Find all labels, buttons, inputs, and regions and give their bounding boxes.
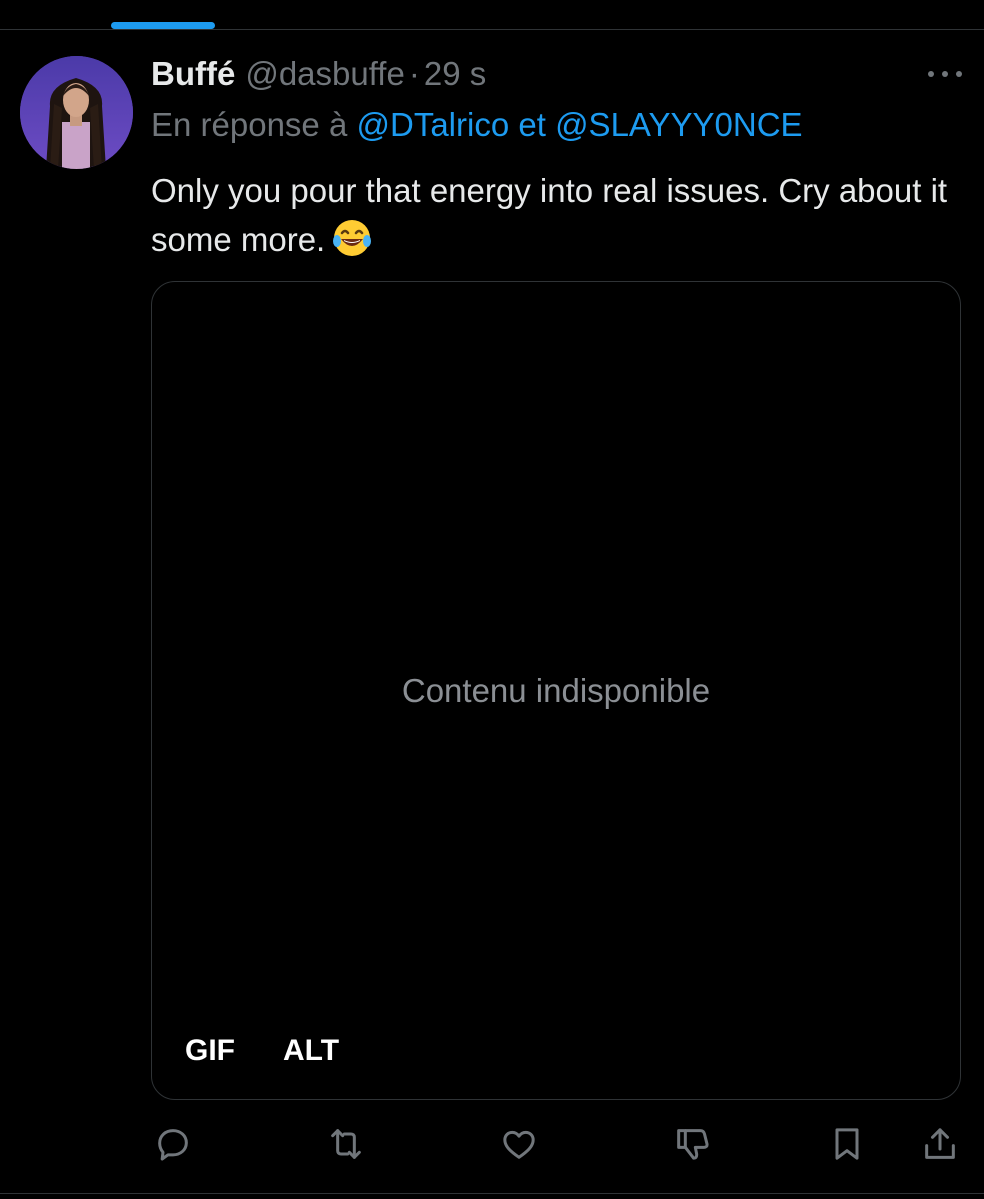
top-divider: [0, 29, 984, 30]
reply-context: En réponse à @DTalrico et @SLAYYY0NCE: [151, 106, 803, 144]
dislike-icon[interactable]: [670, 1122, 714, 1166]
reply-user-link-2[interactable]: @SLAYYY0NCE: [555, 106, 802, 143]
more-options-icon[interactable]: [928, 62, 962, 86]
bookmark-icon[interactable]: [825, 1122, 869, 1166]
share-icon[interactable]: [918, 1122, 962, 1166]
avatar[interactable]: [20, 56, 133, 169]
user-handle[interactable]: @dasbuffe: [245, 55, 405, 93]
separator-dot: ·: [408, 55, 420, 92]
active-tab-indicator: [111, 22, 215, 29]
gif-media-card[interactable]: Contenu indisponible GIF ALT: [151, 281, 961, 1100]
reply-conjunction: et: [518, 106, 546, 143]
bottom-divider: [0, 1193, 984, 1194]
reply-prefix: En réponse à: [151, 106, 348, 143]
tweet-actions-bar: [0, 1122, 984, 1166]
reply-icon[interactable]: [151, 1122, 195, 1166]
timestamp[interactable]: 29 s: [424, 55, 486, 93]
reply-user-link-1[interactable]: @DTalrico: [356, 106, 509, 143]
retweet-icon[interactable]: [324, 1122, 368, 1166]
tweet-text: Only you pour that energy into real issu…: [151, 166, 951, 272]
alt-text-badge[interactable]: ALT: [283, 1034, 339, 1068]
content-unavailable-text: Contenu indisponible: [401, 672, 711, 709]
gif-badge: GIF: [185, 1034, 235, 1067]
face-with-tears-of-joy-icon: [331, 217, 373, 272]
display-name[interactable]: Buffé: [151, 55, 235, 93]
like-icon[interactable]: [497, 1122, 541, 1166]
tweet-body: Only you pour that energy into real issu…: [151, 172, 948, 258]
tweet-header: Buffé @dasbuffe · 29 s: [151, 54, 486, 94]
